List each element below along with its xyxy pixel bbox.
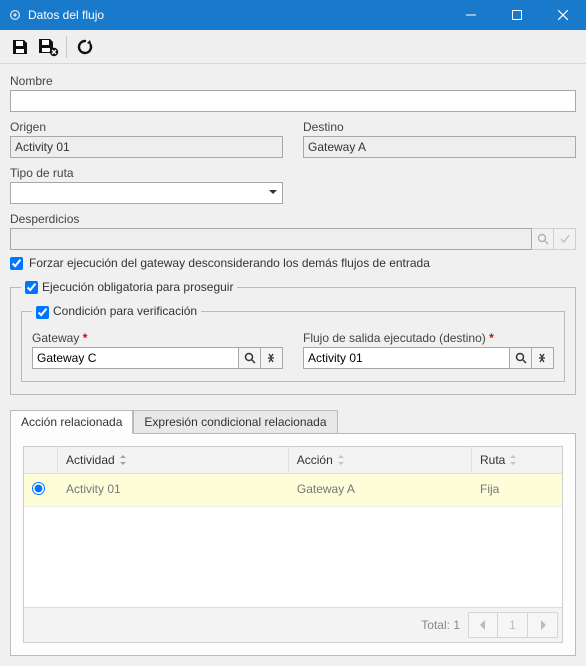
gateway-search-button[interactable] [239, 347, 261, 369]
condition-fieldset: Condición para verificación Gateway * Fl… [21, 304, 565, 381]
outflow-input[interactable] [303, 347, 510, 369]
grid-col-activity[interactable]: Actividad [58, 447, 289, 473]
tab-panel: Actividad Acción Ruta Activity 01 Gatewa… [10, 433, 576, 656]
outflow-clear-button[interactable] [532, 347, 554, 369]
sort-icon [509, 455, 517, 465]
dest-value: Gateway A [308, 140, 366, 154]
mandatory-fieldset: Ejecución obligatoria para proseguir Con… [10, 280, 576, 395]
mandatory-legend: Ejecución obligatoria para proseguir [21, 280, 237, 294]
tab-related-action[interactable]: Acción relacionada [10, 410, 133, 434]
grid-col-route[interactable]: Ruta [472, 447, 562, 473]
grid-col-select [24, 447, 58, 473]
name-input[interactable] [10, 90, 576, 112]
force-gateway-label: Forzar ejecución del gateway desconsider… [29, 256, 430, 270]
origin-value: Activity 01 [15, 140, 70, 154]
search-icon [532, 228, 554, 250]
page-number: 1 [498, 612, 528, 638]
title-bar: Datos del flujo [0, 0, 586, 30]
minimize-button[interactable] [448, 0, 494, 30]
grid: Actividad Acción Ruta Activity 01 Gatewa… [23, 446, 563, 643]
app-icon [8, 8, 22, 22]
refresh-button[interactable] [71, 33, 99, 61]
tabs: Acción relacionada Expresión condicional… [10, 409, 576, 656]
outflow-search-button[interactable] [510, 347, 532, 369]
mandatory-checkbox[interactable] [25, 281, 38, 294]
grid-total: Total: 1 [421, 618, 460, 632]
force-gateway-checkbox[interactable] [10, 257, 23, 270]
route-type-select[interactable] [10, 182, 283, 204]
condition-legend-text: Condición para verificación [53, 304, 197, 318]
next-page-button[interactable] [528, 612, 558, 638]
save-button[interactable] [6, 33, 34, 61]
grid-col-action[interactable]: Acción [289, 447, 472, 473]
dest-field: Gateway A [303, 136, 576, 158]
maximize-button[interactable] [494, 0, 540, 30]
toolbar-separator [66, 36, 67, 58]
gateway-label: Gateway * [32, 331, 283, 345]
gateway-input[interactable] [32, 347, 239, 369]
origin-field: Activity 01 [10, 136, 283, 158]
outflow-label: Flujo de salida ejecutado (destino) * [303, 331, 554, 345]
table-row[interactable]: Activity 01 Gateway A Fija [24, 474, 562, 507]
row-action: Gateway A [289, 474, 472, 506]
route-type-label: Tipo de ruta [10, 166, 283, 180]
clear-icon [554, 228, 576, 250]
save-close-button[interactable] [34, 33, 62, 61]
sort-icon [337, 455, 345, 465]
grid-empty-space [24, 507, 562, 607]
tab-conditional-expression[interactable]: Expresión condicional relacionada [133, 410, 337, 434]
chevron-down-icon [268, 186, 278, 198]
grid-footer: Total: 1 1 [24, 607, 562, 642]
grid-header: Actividad Acción Ruta [24, 447, 562, 474]
row-activity: Activity 01 [58, 474, 289, 506]
row-radio[interactable] [32, 482, 45, 495]
origin-label: Origen [10, 120, 283, 134]
sort-icon [119, 455, 127, 465]
name-label: Nombre [10, 74, 576, 88]
mandatory-legend-text: Ejecución obligatoria para proseguir [42, 280, 233, 294]
prev-page-button[interactable] [468, 612, 498, 638]
condition-checkbox[interactable] [36, 306, 49, 319]
dest-label: Destino [303, 120, 576, 134]
gateway-clear-button[interactable] [261, 347, 283, 369]
close-button[interactable] [540, 0, 586, 30]
window-title: Datos del flujo [28, 8, 448, 22]
condition-legend: Condición para verificación [32, 304, 201, 318]
row-route: Fija [472, 474, 562, 506]
toolbar [0, 30, 586, 64]
waste-label: Desperdicios [10, 212, 576, 226]
waste-field [10, 228, 532, 250]
